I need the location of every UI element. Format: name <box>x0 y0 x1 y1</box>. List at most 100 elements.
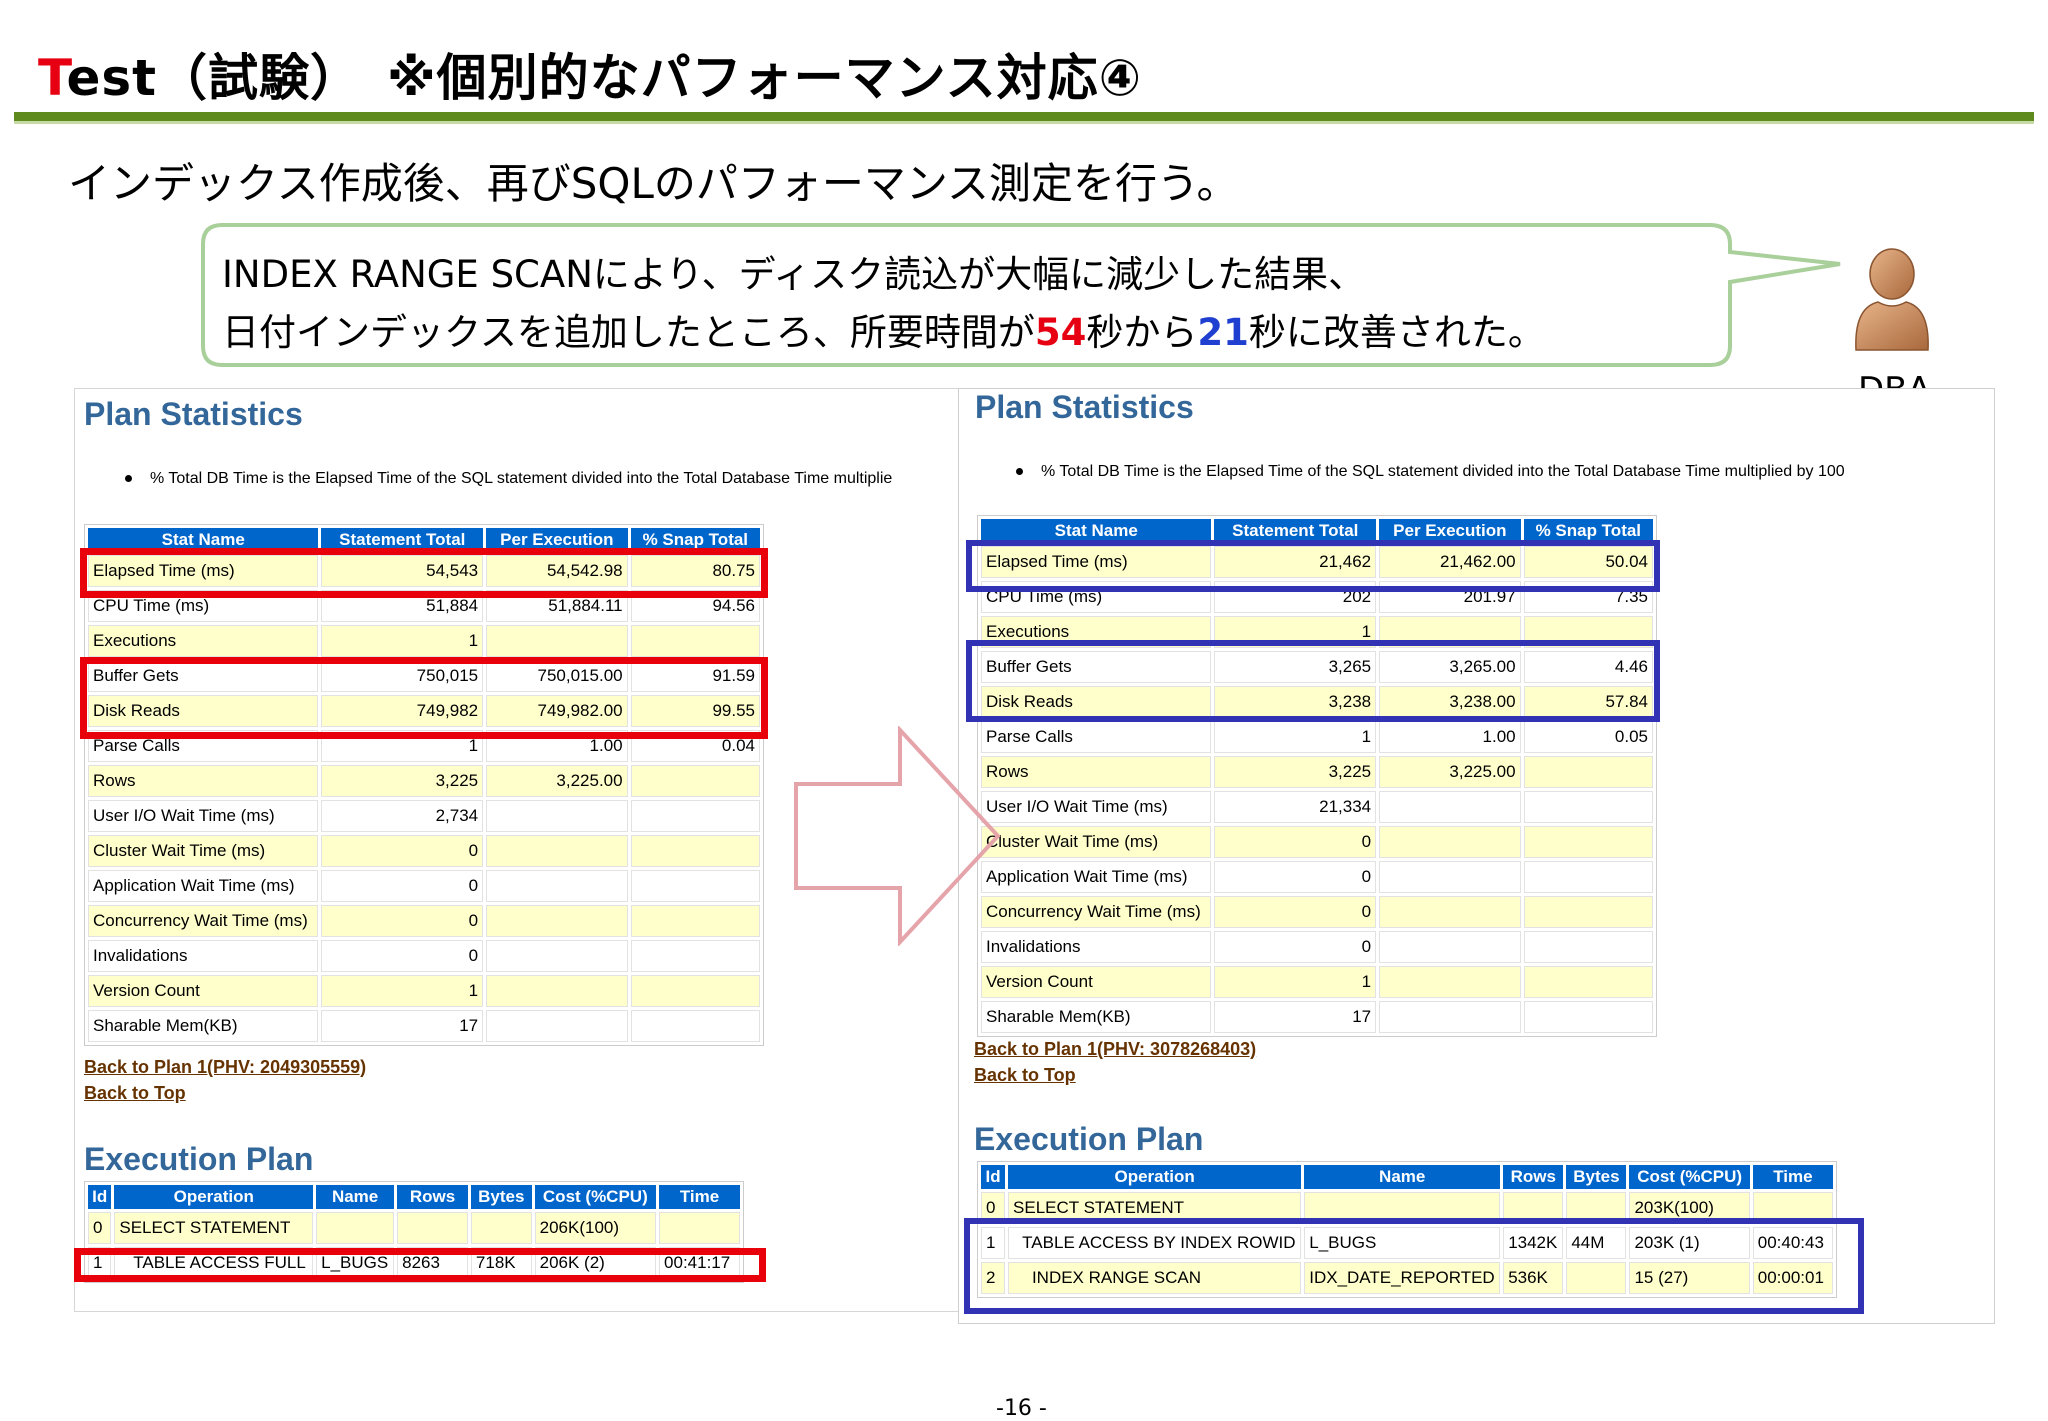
column-header: Cost (%CPU) <box>534 1185 657 1209</box>
back-to-top-link[interactable]: Back to Top <box>84 1083 186 1104</box>
table-cell: 1 <box>321 625 484 657</box>
table-cell <box>397 1212 468 1244</box>
table-cell <box>316 1212 395 1244</box>
table-body: 0 SELECT STATEMENT 203K(100) 1 TABLE ACCESS… <box>981 1192 1833 1294</box>
back-to-top-link[interactable]: Back to Top <box>974 1065 1076 1086</box>
column-header: % Snap Total <box>630 528 760 552</box>
table-cell: Concurrency Wait Time (ms) <box>981 896 1212 928</box>
column-header: Stat Name <box>981 519 1212 543</box>
table-cell: 0 <box>1214 826 1377 858</box>
table-cell: Sharable Mem(KB) <box>88 1010 319 1042</box>
table-cell <box>486 975 628 1007</box>
table-cell <box>630 940 760 972</box>
execution-plan-heading: Execution Plan <box>84 1141 314 1177</box>
table-row: 1 TABLE ACCESS BY INDEX ROWID L_BUGS 1342K… <box>981 1227 1833 1259</box>
bullet-icon <box>1016 468 1023 476</box>
table-cell: 1 <box>1214 721 1377 753</box>
table-cell: 21,462.00 <box>1379 546 1521 578</box>
table-cell <box>486 905 628 937</box>
table-cell: CPU Time (ms) <box>981 581 1212 613</box>
table-cell: 54,543 <box>321 555 484 587</box>
table-cell: Disk Reads <box>88 695 319 727</box>
table-cell: 0 <box>321 870 484 902</box>
table-cell <box>1752 1192 1833 1224</box>
table-cell: 0 <box>321 905 484 937</box>
table-cell: 0 <box>321 835 484 867</box>
table-cell: 54,542.98 <box>486 555 628 587</box>
table-cell: 750,015 <box>321 660 484 692</box>
callout-text-b: 秒から <box>1086 311 1198 354</box>
table-cell: 0.05 <box>1523 721 1653 753</box>
plan-statistics-table: Stat Name Statement Total Per Execution … <box>977 515 1657 1037</box>
execution-plan-heading: Execution Plan <box>974 1121 1204 1157</box>
table-cell <box>630 800 760 832</box>
note-text: % Total DB Time is the Elapsed Time of t… <box>1041 463 1845 480</box>
title-divider <box>14 112 2034 121</box>
table-cell: 0 <box>981 1192 1006 1224</box>
table-cell: 3,225.00 <box>1379 756 1521 788</box>
table-cell: 0.04 <box>630 730 760 762</box>
table-row: Cluster Wait Time (ms) 0 <box>88 835 760 867</box>
table-cell: 202 <box>1214 581 1377 613</box>
table-row: Sharable Mem(KB) 17 <box>981 1001 1653 1033</box>
table-cell: 203K(100) <box>1629 1192 1750 1224</box>
table-cell <box>1379 896 1521 928</box>
table-cell <box>659 1212 740 1244</box>
plan-statistics-table: Stat Name Statement Total Per Execution … <box>84 524 764 1046</box>
callout-text-line2: 日付インデックスを追加したところ、所要時間が54秒から21秒に改善された。 <box>222 302 1545 356</box>
column-header: Statement Total <box>1214 519 1377 543</box>
table-cell: 749,982.00 <box>486 695 628 727</box>
back-to-plan-link[interactable]: Back to Plan 1(PHV: 2049305559) <box>84 1057 366 1078</box>
table-cell: Rows <box>88 765 319 797</box>
table-cell: 51,884.11 <box>486 590 628 622</box>
table-cell: Executions <box>88 625 319 657</box>
table-cell <box>630 905 760 937</box>
table-cell: Cluster Wait Time (ms) <box>88 835 319 867</box>
plan-statistics-note: % Total DB Time is the Elapsed Time of t… <box>125 470 957 488</box>
table-row: Concurrency Wait Time (ms) 0 <box>88 905 760 937</box>
table-row: Buffer Gets 750,015 750,015.00 91.59 <box>88 660 760 692</box>
table-cell <box>1304 1192 1501 1224</box>
table-row: Elapsed Time (ms) 21,462 21,462.00 50.04 <box>981 546 1653 578</box>
execution-plan-table: Id Operation Name Rows Bytes Cost (%CPU)… <box>977 1161 1837 1298</box>
table-row: Invalidations 0 <box>88 940 760 972</box>
column-header: Rows <box>397 1185 468 1209</box>
table-cell: 1 <box>1214 966 1377 998</box>
table-cell: 21,462 <box>1214 546 1377 578</box>
table-cell <box>1523 616 1653 648</box>
table-cell: 17 <box>1214 1001 1377 1033</box>
plan-statistics-heading: Plan Statistics <box>975 389 1194 425</box>
table-cell: CPU Time (ms) <box>88 590 319 622</box>
time-after-value: 21 <box>1197 311 1249 354</box>
table-cell: 50.04 <box>1523 546 1653 578</box>
table-cell: 2,734 <box>321 800 484 832</box>
table-cell <box>1379 791 1521 823</box>
column-header: Name <box>1304 1165 1501 1189</box>
table-cell <box>1566 1192 1627 1224</box>
table-cell: 91.59 <box>630 660 760 692</box>
table-cell: Parse Calls <box>981 721 1212 753</box>
table-cell <box>470 1212 532 1244</box>
table-cell: User I/O Wait Time (ms) <box>88 800 319 832</box>
table-cell: Concurrency Wait Time (ms) <box>88 905 319 937</box>
back-to-plan-link[interactable]: Back to Plan 1(PHV: 3078268403) <box>974 1039 1256 1060</box>
slide-title-text: est（試験） ※個別的なパフォーマンス対応④ <box>66 49 1142 107</box>
table-row: CPU Time (ms) 51,884 51,884.11 94.56 <box>88 590 760 622</box>
column-header: Id <box>981 1165 1006 1189</box>
table-cell: 0 <box>1214 861 1377 893</box>
table-cell: TABLE ACCESS BY INDEX ROWID <box>1008 1227 1302 1259</box>
table-row: Elapsed Time (ms) 54,543 54,542.98 80.75 <box>88 555 760 587</box>
column-header: Bytes <box>1566 1165 1627 1189</box>
table-cell <box>1379 861 1521 893</box>
table-row: Rows 3,225 3,225.00 <box>981 756 1653 788</box>
table-row: 1 TABLE ACCESS FULL L_BUGS 8263 718K 206K (2… <box>88 1247 740 1279</box>
table-cell: 3,238 <box>1214 686 1377 718</box>
table-cell: 1 <box>1214 616 1377 648</box>
table-body: Elapsed Time (ms) 21,462 21,462.00 50.04 CPU… <box>981 546 1653 1033</box>
column-header: Id <box>88 1185 112 1209</box>
slide-title: Test（試験） ※個別的なパフォーマンス対応④ <box>38 38 1142 110</box>
table-cell: Elapsed Time (ms) <box>981 546 1212 578</box>
table-cell <box>1523 756 1653 788</box>
table-cell: Invalidations <box>981 931 1212 963</box>
table-row: Rows 3,225 3,225.00 <box>88 765 760 797</box>
